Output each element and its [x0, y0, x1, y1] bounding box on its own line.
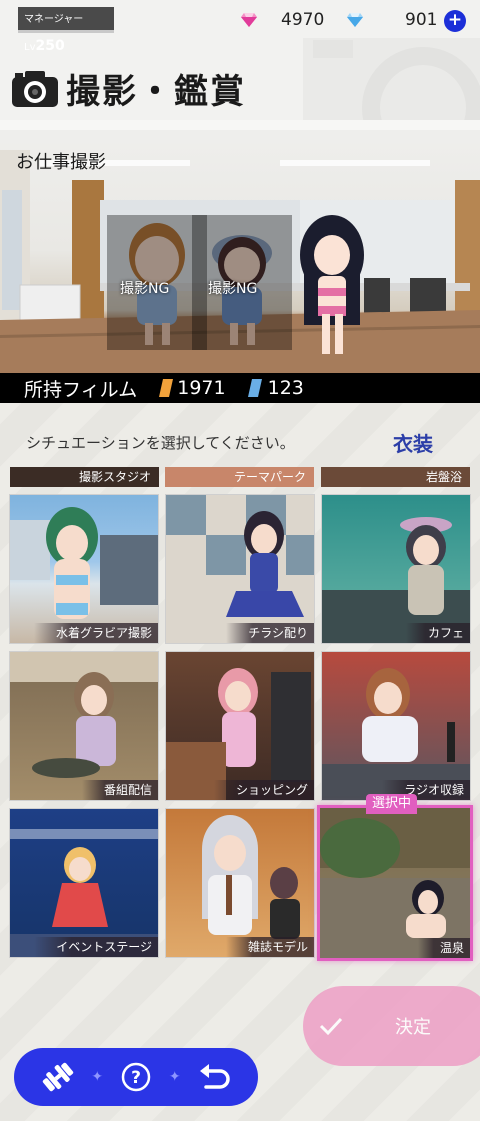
situation-tab-label: 撮影スタジオ: [78, 470, 151, 484]
character-2-status: 撮影NG: [208, 281, 258, 297]
character-3[interactable]: [282, 210, 382, 360]
blue-film-count: 123: [267, 377, 304, 399]
situation-label: 水着グラビア撮影: [33, 623, 158, 643]
film-label: 所持フィルム: [24, 378, 138, 401]
help-icon: ?: [121, 1062, 151, 1092]
blue-film-icon: [247, 379, 262, 397]
check-icon: [319, 1017, 343, 1036]
svg-text:?: ?: [131, 1068, 141, 1088]
situation-shopping[interactable]: ショッピング: [165, 651, 315, 801]
situation-tab-bedrock-bath[interactable]: 岩盤浴: [321, 467, 470, 487]
cafe-thumb: [322, 517, 470, 643]
manager-level-value: 250: [35, 38, 65, 54]
situation-label: チラシ配り: [226, 623, 314, 643]
camera-icon: [12, 71, 58, 107]
situation-label: カフェ: [405, 623, 470, 643]
situation-tab-studio[interactable]: 撮影スタジオ: [10, 467, 159, 487]
decide-button[interactable]: 決定: [303, 986, 480, 1066]
situation-radio-recording[interactable]: ラジオ収録: [321, 651, 471, 801]
situation-cafe[interactable]: カフェ: [321, 494, 471, 644]
plus-icon: +: [447, 10, 463, 30]
pink-gem-count: 4970: [281, 10, 325, 30]
situation-event-stage[interactable]: イベントステージ: [9, 808, 159, 958]
situation-swimsuit-gravure[interactable]: 水着グラビア撮影: [9, 494, 159, 644]
gem-pink-icon: [241, 13, 257, 27]
situation-tab-themepark[interactable]: テーマパーク: [165, 467, 314, 487]
gem-blue-icon: [347, 13, 363, 27]
shopping-thumb: [166, 668, 311, 800]
decide-label: 決定: [395, 1017, 431, 1038]
add-gem-button[interactable]: +: [444, 10, 466, 32]
manager-level-badge: マネージャーLv250: [18, 7, 114, 54]
back-button[interactable]: [194, 1057, 234, 1097]
situation-magazine-model[interactable]: 雑誌モデル: [165, 808, 315, 958]
blue-gem-count: 901: [405, 10, 438, 30]
training-button[interactable]: [38, 1057, 78, 1097]
orange-film-count: 1971: [177, 377, 226, 399]
situation-label: 番組配信: [81, 780, 158, 800]
scene-label: お仕事撮影: [16, 152, 106, 173]
nav-separator: ✦: [91, 1069, 104, 1085]
camera-watermark-icon: [303, 38, 480, 120]
radio-recording-thumb: [322, 668, 470, 800]
magazine-model-thumb: [202, 815, 300, 939]
nav-separator: ✦: [168, 1069, 181, 1085]
situation-flyer-distribution[interactable]: チラシ配り: [165, 494, 315, 644]
page-title: 撮影・鑑賞: [66, 71, 246, 112]
page-title-bar: 撮影・鑑賞: [12, 64, 246, 112]
event-stage-thumb: [10, 829, 158, 957]
orange-film-icon: [159, 379, 174, 397]
situation-label: イベントステージ: [34, 937, 158, 957]
swimsuit-gravure-thumb: [10, 507, 158, 619]
help-button[interactable]: ?: [116, 1057, 156, 1097]
character-1-status: 撮影NG: [120, 281, 170, 297]
instruction-text: シチュエーションを選択してください。: [26, 434, 295, 452]
situation-label: 温泉: [417, 938, 470, 958]
situation-tab-label: 岩盤浴: [425, 470, 462, 484]
situation-tab-label: テーマパーク: [233, 470, 306, 484]
costume-button[interactable]: 衣装: [393, 428, 433, 457]
selected-badge: 選択中: [366, 794, 418, 814]
situation-hot-spring[interactable]: 温泉: [317, 805, 473, 961]
flyer-distribution-thumb: [166, 495, 314, 617]
header-bar: マネージャーLv250 4970 901 + 撮影・鑑賞: [0, 0, 480, 120]
dumbbell-icon: [43, 1062, 74, 1092]
situation-label: 雑誌モデル: [225, 937, 314, 957]
situation-label: ショッピング: [213, 780, 314, 800]
back-icon: [199, 1064, 230, 1089]
film-bar: 所持フィルム 1971 123: [0, 373, 480, 403]
bottom-nav: ✦ ? ✦: [14, 1048, 258, 1106]
program-stream-thumb: [10, 652, 158, 778]
hot-spring-thumb: [320, 808, 470, 958]
situation-program-stream[interactable]: 番組配信: [9, 651, 159, 801]
